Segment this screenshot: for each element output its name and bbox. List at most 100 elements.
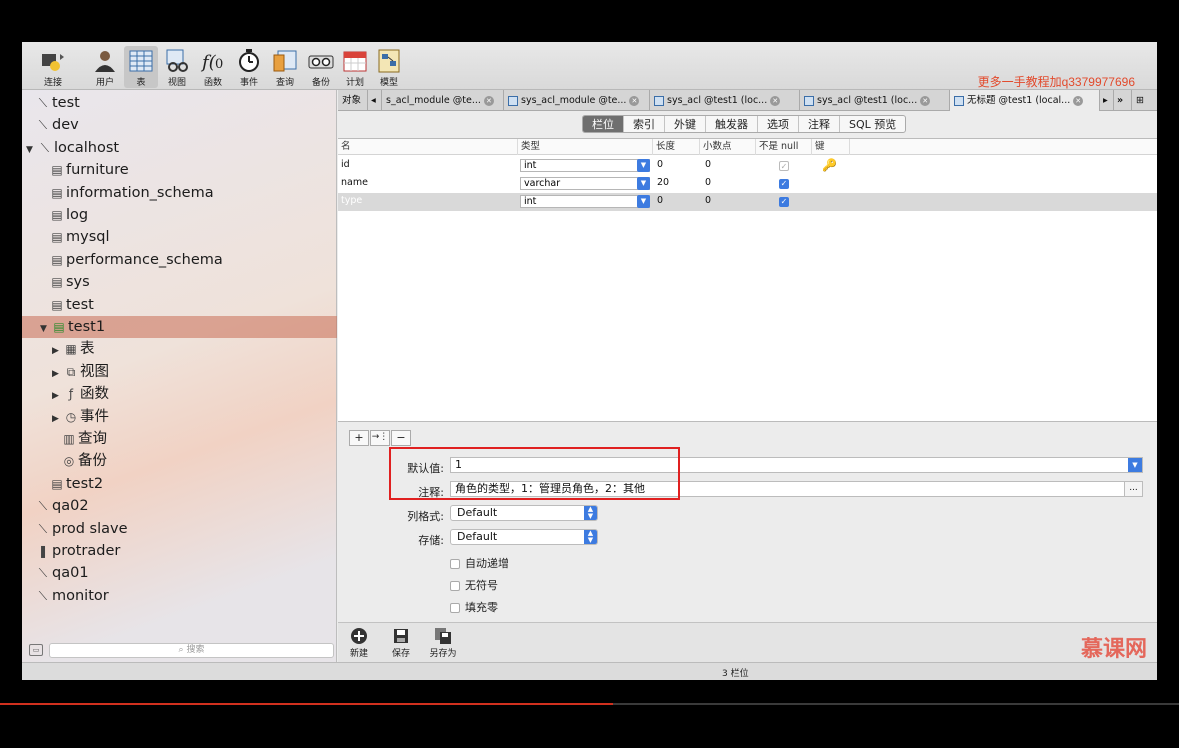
zerofill-checkbox[interactable]: 填充零 — [450, 599, 498, 615]
tab-close-icon[interactable]: ✕ — [629, 95, 640, 106]
tab-objects[interactable]: 对象 — [338, 90, 368, 111]
sidebar-item-test[interactable]: ▤ test — [22, 294, 337, 316]
field-decimals-cell[interactable]: 0 — [702, 193, 711, 211]
sidebar-item-test[interactable]: ⟍ test — [22, 92, 337, 114]
delete-field-button[interactable]: − — [391, 430, 411, 446]
sidebar-item-sys[interactable]: ▤ sys — [22, 271, 337, 293]
column-header-decimals[interactable]: 小数点 — [700, 139, 756, 155]
field-type-select[interactable]: int ▼ — [520, 195, 650, 208]
primary-key-icon[interactable]: 🔑 — [822, 158, 837, 172]
tab-list-icon[interactable]: ⊞ — [1132, 90, 1157, 111]
subtab-triggers[interactable]: 触发器 — [706, 116, 758, 132]
disclosure-closed-icon[interactable]: ▶ — [52, 408, 64, 430]
disclosure-open-icon[interactable]: ▼ — [26, 139, 38, 161]
not-null-checkbox[interactable]: ✓ — [779, 179, 789, 189]
sidebar-item-monitor[interactable]: ⟍ monitor — [22, 585, 337, 607]
chevron-down-icon[interactable]: ▼ — [637, 195, 650, 208]
tab-close-icon[interactable]: ✕ — [770, 95, 781, 106]
field-name-cell[interactable]: type — [338, 193, 362, 211]
toolbar-model-button[interactable]: 模型 — [372, 46, 406, 88]
sidebar-item-furniture[interactable]: ▤ furniture — [22, 159, 337, 181]
toolbar-connection-button[interactable]: 连接 — [36, 46, 70, 88]
tab-scroll-right-button[interactable]: ▸ — [1100, 90, 1114, 111]
save-as-button[interactable]: 另存为 — [428, 627, 458, 659]
video-progress-bar[interactable] — [0, 703, 1179, 705]
sidebar-item-视图[interactable]: ▶ ⧉ 视图 — [22, 361, 337, 383]
tab-close-icon[interactable]: ✕ — [1073, 95, 1084, 106]
tab-close-icon[interactable]: ✕ — [483, 95, 494, 106]
field-type-select[interactable]: int ▼ — [520, 159, 650, 172]
disclosure-open-icon[interactable]: ▼ — [40, 318, 52, 340]
sidebar-item-test1[interactable]: ▼ ▤ test1 — [22, 316, 337, 338]
not-null-checkbox[interactable]: ✓ — [779, 161, 789, 171]
sidebar-toggle-icon[interactable]: ▭ — [29, 644, 43, 656]
field-name-cell[interactable]: id — [338, 157, 350, 175]
subtab-sql-preview[interactable]: SQL 预览 — [840, 116, 905, 132]
sidebar-item-qa01[interactable]: ⟍ qa01 — [22, 562, 337, 584]
sidebar-search-input[interactable]: ⌕ 搜索 — [49, 643, 334, 658]
sidebar-item-函数[interactable]: ▶ ƒ 函数 — [22, 383, 337, 405]
chevron-down-icon[interactable]: ▼ — [637, 177, 650, 190]
sidebar-item-qa02[interactable]: ⟍ qa02 — [22, 495, 337, 517]
sidebar-item-表[interactable]: ▶ ▦ 表 — [22, 338, 337, 360]
sidebar-item-test2[interactable]: ▤ test2 — [22, 473, 337, 495]
field-decimals-cell[interactable]: 0 — [702, 175, 711, 193]
subtab-fields[interactable]: 栏位 — [583, 116, 624, 132]
not-null-checkbox[interactable]: ✓ — [779, 197, 789, 207]
tab-sys-acl-design[interactable]: sys_acl @test1 (loc... ✕ — [650, 90, 800, 111]
table-row[interactable]: type int ▼ 0 0 ✓ — [338, 193, 1157, 211]
toolbar-table-button[interactable]: 表 — [124, 46, 158, 88]
column-header-not-null[interactable]: 不是 null — [756, 139, 812, 155]
ellipsis-icon[interactable]: ... — [1124, 482, 1142, 496]
sidebar-item-prod-slave[interactable]: ⟍ prod slave — [22, 518, 337, 540]
sidebar-item-mysql[interactable]: ▤ mysql — [22, 226, 337, 248]
subtab-indexes[interactable]: 索引 — [624, 116, 665, 132]
toolbar-backup-button[interactable]: 备份 — [304, 46, 338, 88]
tab-overflow-button[interactable]: » — [1114, 90, 1132, 111]
sidebar-item-information_schema[interactable]: ▤ information_schema — [22, 182, 337, 204]
tab-s-acl-module[interactable]: s_acl_module @te... ✕ — [382, 90, 504, 111]
chevron-down-icon[interactable]: ▼ — [637, 159, 650, 172]
tab-untitled[interactable]: 无标题 @test1 (local... ✕ — [950, 90, 1100, 111]
field-length-cell[interactable]: 0 — [654, 157, 663, 175]
tab-scroll-left-button[interactable]: ◂ — [368, 90, 382, 111]
subtab-options[interactable]: 选项 — [758, 116, 799, 132]
table-row[interactable]: id int ▼ 0 0 ✓ 🔑 — [338, 157, 1157, 175]
toolbar-query-button[interactable]: 查询 — [268, 46, 302, 88]
tab-close-icon[interactable]: ✕ — [920, 95, 931, 106]
sidebar-item-log[interactable]: ▤ log — [22, 204, 337, 226]
field-decimals-cell[interactable]: 0 — [702, 157, 711, 175]
toolbar-view-button[interactable]: 视图 — [160, 46, 194, 88]
sidebar-item-protrader[interactable]: ❚ protrader — [22, 540, 337, 562]
tab-sys-acl-module[interactable]: sys_acl_module @te... ✕ — [504, 90, 650, 111]
unsigned-checkbox[interactable]: 无符号 — [450, 577, 498, 593]
sidebar-item-查询[interactable]: ▥ 查询 — [22, 428, 337, 450]
subtab-foreign-keys[interactable]: 外键 — [665, 116, 706, 132]
tab-sys-acl-data[interactable]: sys_acl @test1 (loc... ✕ — [800, 90, 950, 111]
column-format-select[interactable]: Default ▲ ▼ — [450, 505, 598, 521]
sidebar-item-备份[interactable]: ◎ 备份 — [22, 450, 337, 472]
disclosure-closed-icon[interactable]: ▶ — [52, 363, 64, 385]
column-header-key[interactable]: 键 — [812, 139, 850, 155]
sidebar-item-performance_schema[interactable]: ▤ performance_schema — [22, 249, 337, 271]
column-header-type[interactable]: 类型 — [518, 139, 653, 155]
add-field-button[interactable]: + — [349, 430, 369, 446]
toolbar-event-button[interactable]: 事件 — [232, 46, 266, 88]
subtab-comment[interactable]: 注释 — [799, 116, 840, 132]
table-row[interactable]: name varchar ▼ 20 0 ✓ — [338, 175, 1157, 193]
save-button[interactable]: 保存 — [386, 627, 416, 659]
column-header-name[interactable]: 名 — [338, 139, 518, 155]
sidebar-item-dev[interactable]: ⟍ dev — [22, 114, 337, 136]
sidebar-item-事件[interactable]: ▶ ◷ 事件 — [22, 406, 337, 428]
sidebar-item-localhost[interactable]: ▼ ⟍ localhost — [22, 137, 337, 159]
disclosure-closed-icon[interactable]: ▶ — [52, 385, 64, 407]
field-length-cell[interactable]: 20 — [654, 175, 669, 193]
toolbar-schedule-button[interactable]: 计划 — [338, 46, 372, 88]
auto-increment-checkbox[interactable]: 自动递增 — [450, 555, 509, 571]
new-button[interactable]: 新建 — [344, 627, 374, 659]
insert-field-button[interactable]: →⋮ — [370, 430, 390, 446]
toolbar-user-button[interactable]: 用户 — [88, 46, 122, 88]
chevron-down-icon[interactable]: ▼ — [1128, 458, 1142, 472]
field-type-select[interactable]: varchar ▼ — [520, 177, 650, 190]
field-length-cell[interactable]: 0 — [654, 193, 663, 211]
